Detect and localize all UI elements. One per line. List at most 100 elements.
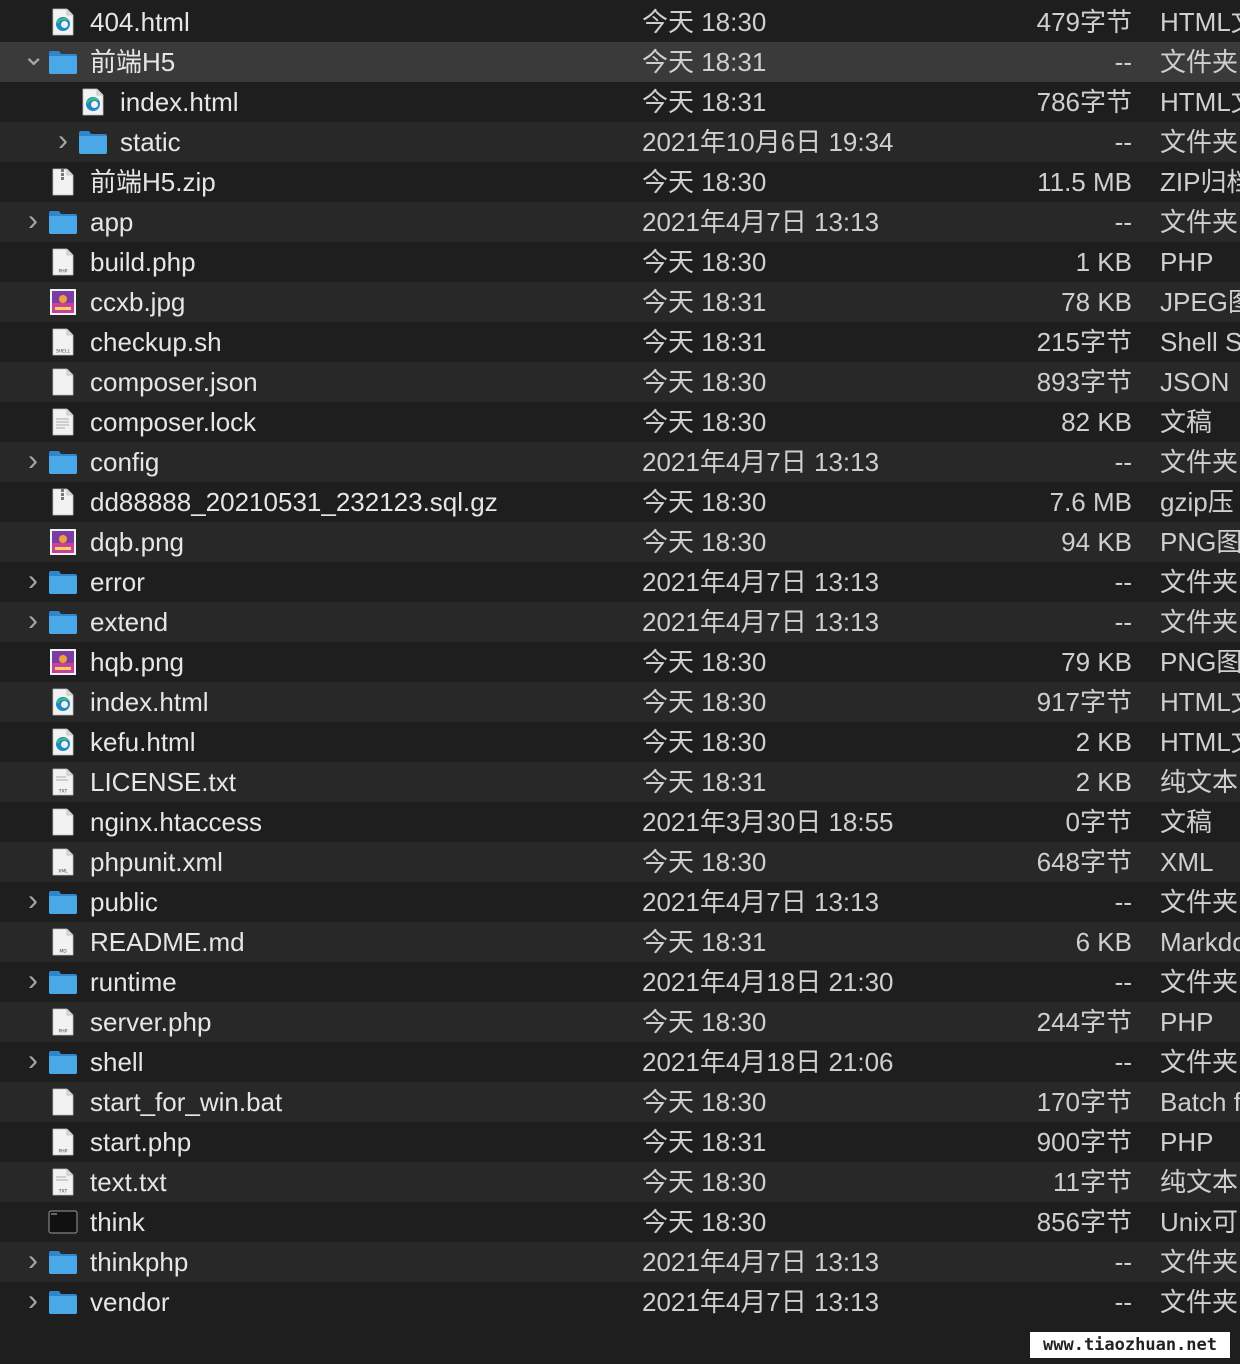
- file-size: --: [1114, 967, 1132, 997]
- file-row[interactable]: TXT LICENSE.txt 今天 18:31 2 KB 纯文本: [0, 762, 1240, 802]
- file-row[interactable]: › static 2021年10月6日 19:34 -- 文件夹: [0, 122, 1240, 162]
- file-name: static: [120, 127, 181, 157]
- file-name: 404.html: [90, 7, 190, 37]
- file-kind: PHP: [1160, 1127, 1214, 1157]
- file-date-modified: 2021年4月7日 13:13: [642, 607, 880, 637]
- file-name: 前端H5.zip: [90, 167, 216, 197]
- file-row[interactable]: › app 2021年4月7日 13:13 -- 文件夹: [0, 202, 1240, 242]
- file-row[interactable]: ⌄ 前端H5 今天 18:31 -- 文件夹: [0, 42, 1240, 82]
- file-name: dqb.png: [90, 527, 184, 557]
- file-size: --: [1114, 447, 1132, 477]
- file-kind: Markdo: [1160, 927, 1240, 957]
- file-name: config: [90, 447, 160, 477]
- chevron-right-icon[interactable]: ›: [22, 1282, 44, 1322]
- file-row[interactable]: › public 2021年4月7日 13:13 -- 文件夹: [0, 882, 1240, 922]
- svg-text:TXT: TXT: [58, 1189, 68, 1195]
- file-kind: 文件夹: [1160, 967, 1239, 997]
- file-name: server.php: [90, 1007, 212, 1037]
- svg-text:MD: MD: [59, 949, 67, 955]
- file-size: 79 KB: [1061, 647, 1132, 677]
- chevron-right-icon[interactable]: ›: [52, 122, 74, 162]
- file-size: --: [1114, 1047, 1132, 1077]
- file-row[interactable]: dqb.png 今天 18:30 94 KB PNG图: [0, 522, 1240, 562]
- file-row[interactable]: hqb.png 今天 18:30 79 KB PNG图: [0, 642, 1240, 682]
- file-name: ccxb.jpg: [90, 287, 186, 317]
- file-size: 0字节: [1065, 807, 1132, 837]
- file-row[interactable]: TXT text.txt 今天 18:30 11字节 纯文本: [0, 1162, 1240, 1202]
- chevron-right-icon[interactable]: ›: [22, 202, 44, 242]
- file-size: 11.5 MB: [1037, 167, 1132, 197]
- file-kind: PNG图: [1160, 527, 1240, 557]
- txt-file-icon: TXT: [48, 768, 78, 796]
- file-name: hqb.png: [90, 647, 184, 677]
- file-size: --: [1114, 887, 1132, 917]
- file-size: 917字节: [1036, 687, 1132, 717]
- file-kind: 文件夹: [1160, 447, 1239, 477]
- file-row[interactable]: think 今天 18:30 856字节 Unix可: [0, 1202, 1240, 1242]
- chevron-down-icon[interactable]: ⌄: [22, 42, 45, 82]
- file-date-modified: 今天 18:30: [642, 1167, 767, 1197]
- file-name: error: [90, 567, 145, 597]
- folder-icon: [48, 1248, 78, 1276]
- file-row[interactable]: 404.html 今天 18:30 479字节 HTML文: [0, 2, 1240, 42]
- file-kind: PHP: [1160, 247, 1214, 277]
- chevron-right-icon[interactable]: ›: [22, 1242, 44, 1282]
- file-size: 2 KB: [1075, 727, 1132, 757]
- file-row[interactable]: PHP server.php 今天 18:30 244字节 PHP: [0, 1002, 1240, 1042]
- file-size: 900字节: [1036, 1127, 1132, 1157]
- chevron-right-icon[interactable]: ›: [22, 1042, 44, 1082]
- file-row[interactable]: composer.json 今天 18:30 893字节 JSON: [0, 362, 1240, 402]
- file-date-modified: 2021年4月7日 13:13: [642, 887, 880, 917]
- file-size: --: [1114, 607, 1132, 637]
- zip-icon: [48, 488, 78, 516]
- folder-icon: [48, 968, 78, 996]
- chevron-right-icon[interactable]: ›: [22, 562, 44, 602]
- file-row[interactable]: PHP build.php 今天 18:30 1 KB PHP: [0, 242, 1240, 282]
- file-row[interactable]: composer.lock 今天 18:30 82 KB 文稿: [0, 402, 1240, 442]
- chevron-right-icon[interactable]: ›: [22, 442, 44, 482]
- php-file-icon: PHP: [48, 248, 78, 276]
- file-name: dd88888_20210531_232123.sql.gz: [90, 487, 498, 517]
- file-row[interactable]: SHELL checkup.sh 今天 18:31 215字节 Shell S: [0, 322, 1240, 362]
- file-size: 244字节: [1036, 1007, 1132, 1037]
- file-row[interactable]: dd88888_20210531_232123.sql.gz 今天 18:30 7.…: [0, 482, 1240, 522]
- file-name: shell: [90, 1047, 144, 1077]
- file-name: thinkphp: [90, 1247, 189, 1277]
- file-date-modified: 今天 18:31: [642, 47, 767, 77]
- file-row[interactable]: › config 2021年4月7日 13:13 -- 文件夹: [0, 442, 1240, 482]
- file-row[interactable]: PHP start.php 今天 18:31 900字节 PHP: [0, 1122, 1240, 1162]
- file-row[interactable]: index.html 今天 18:31 786字节 HTML文: [0, 82, 1240, 122]
- file-row[interactable]: › vendor 2021年4月7日 13:13 -- 文件夹: [0, 1282, 1240, 1322]
- file-row[interactable]: XML phpunit.xml 今天 18:30 648字节 XML: [0, 842, 1240, 882]
- file-kind: HTML文: [1160, 687, 1240, 717]
- file-row[interactable]: nginx.htaccess 2021年3月30日 18:55 0字节 文稿: [0, 802, 1240, 842]
- file-kind: Batch f: [1160, 1087, 1240, 1117]
- file-name: README.md: [90, 927, 245, 957]
- file-list: 404.html 今天 18:30 479字节 HTML文 ⌄ 前端H5 今天 18:31…: [0, 2, 1240, 1322]
- file-date-modified: 今天 18:30: [642, 1207, 767, 1237]
- blank-doc-icon: [48, 368, 78, 396]
- file-row[interactable]: kefu.html 今天 18:30 2 KB HTML文: [0, 722, 1240, 762]
- file-row[interactable]: 前端H5.zip 今天 18:30 11.5 MB ZIP归档: [0, 162, 1240, 202]
- file-row[interactable]: index.html 今天 18:30 917字节 HTML文: [0, 682, 1240, 722]
- file-date-modified: 今天 18:30: [642, 647, 767, 677]
- chevron-right-icon[interactable]: ›: [22, 882, 44, 922]
- file-row[interactable]: › error 2021年4月7日 13:13 -- 文件夹: [0, 562, 1240, 602]
- image-thumbnail-icon: [48, 648, 78, 676]
- file-date-modified: 今天 18:30: [642, 527, 767, 557]
- svg-text:SHELL: SHELL: [56, 349, 71, 355]
- file-kind: ZIP归档: [1160, 167, 1240, 197]
- file-row[interactable]: ccxb.jpg 今天 18:31 78 KB JPEG图: [0, 282, 1240, 322]
- file-row[interactable]: MD README.md 今天 18:31 6 KB Markdo: [0, 922, 1240, 962]
- file-date-modified: 今天 18:31: [642, 87, 767, 117]
- file-row[interactable]: › thinkphp 2021年4月7日 13:13 -- 文件夹: [0, 1242, 1240, 1282]
- edge-html-icon: [48, 8, 78, 36]
- file-row[interactable]: › shell 2021年4月18日 21:06 -- 文件夹: [0, 1042, 1240, 1082]
- file-kind: XML: [1160, 847, 1214, 877]
- chevron-right-icon[interactable]: ›: [22, 962, 44, 1002]
- file-row[interactable]: start_for_win.bat 今天 18:30 170字节 Batch f: [0, 1082, 1240, 1122]
- file-row[interactable]: › extend 2021年4月7日 13:13 -- 文件夹: [0, 602, 1240, 642]
- file-name: vendor: [90, 1287, 170, 1317]
- chevron-right-icon[interactable]: ›: [22, 602, 44, 642]
- file-row[interactable]: › runtime 2021年4月18日 21:30 -- 文件夹: [0, 962, 1240, 1002]
